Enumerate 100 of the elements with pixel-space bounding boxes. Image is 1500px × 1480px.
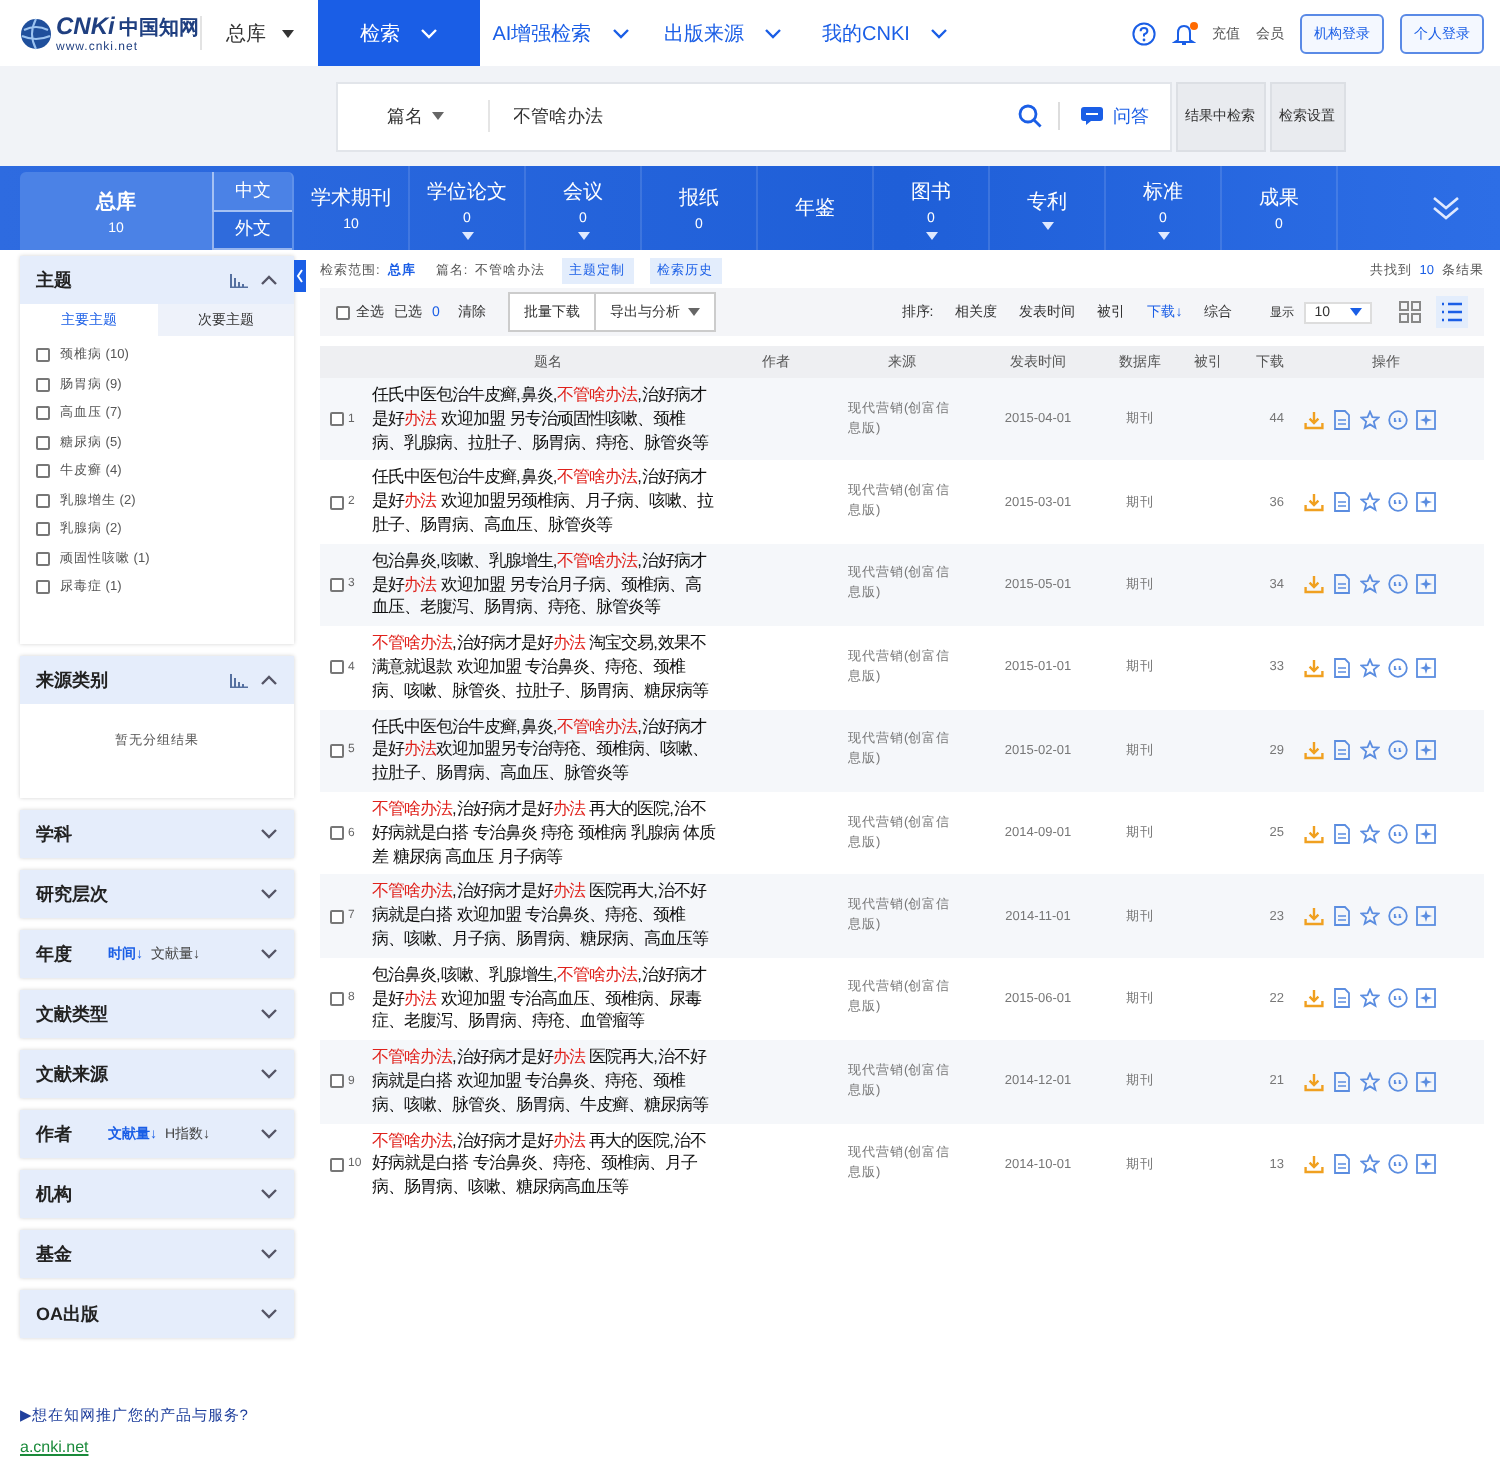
star-icon[interactable] <box>1360 492 1380 513</box>
download-icon[interactable] <box>1304 574 1324 595</box>
language-tab[interactable]: 外文 <box>212 211 292 250</box>
nav-tab[interactable]: AI增强检索 <box>480 0 642 66</box>
document-icon[interactable] <box>1332 906 1352 927</box>
title-link[interactable]: 任氏中医包治牛皮癣,鼻炎,不管啥办法,治好病才是好办法 欢迎加盟 另专治顽固性咳嗽、颈椎病、乳腺病、拉肚子、肠胃病、痔疮、脉管炎等 <box>372 384 724 455</box>
quote-icon[interactable] <box>1388 906 1408 927</box>
sparkle-icon[interactable] <box>1416 906 1436 927</box>
quote-icon[interactable] <box>1388 492 1408 513</box>
star-icon[interactable] <box>1360 657 1380 678</box>
quote-icon[interactable] <box>1388 988 1408 1009</box>
star-icon[interactable] <box>1360 574 1380 595</box>
quote-icon[interactable] <box>1388 574 1408 595</box>
grid-view-button[interactable] <box>1394 296 1426 328</box>
title-link[interactable]: 不管啥办法,治好病才是好办法 医院再大,治不好病就是白搭 欢迎加盟 专治鼻炎、痔疮、颈椎病、咳嗽、月子病、肠胃病、糖尿病、高血压等 <box>372 880 724 952</box>
quote-icon[interactable] <box>1388 1154 1408 1175</box>
checkbox[interactable] <box>36 348 50 362</box>
title-link[interactable]: 任氏中医包治牛皮癣,鼻炎,不管啥办法,治好病才是好办法 欢迎加盟另颈椎病、月子病、咳嗽、拉肚子、肠胃病、高血压、脉管炎等 <box>372 466 724 538</box>
checkbox[interactable] <box>36 522 50 536</box>
title-link[interactable]: 任氏中医包治牛皮癣,鼻炎,不管啥办法,治好病才是好办法欢迎加盟另专治痔疮、颈椎病、咳嗽、拉肚子、肠胃病、高血压、脉管炎等 <box>372 715 724 786</box>
checkbox[interactable] <box>330 495 344 510</box>
expand-icon[interactable] <box>1432 196 1460 220</box>
checkbox[interactable] <box>36 464 50 478</box>
sparkle-icon[interactable] <box>1416 823 1436 844</box>
filter-header[interactable]: OA出版 <box>20 1290 294 1338</box>
star-icon[interactable] <box>1360 1071 1380 1092</box>
title-link[interactable]: 不管啥办法,治好病才是好办法 再大的医院,治不好病就是白搭 专治鼻炎、痔疮、颈椎病、月子病、肠胃病、咳嗽、糖尿病高血压等 <box>372 1129 724 1200</box>
search-icon[interactable] <box>1017 104 1041 128</box>
search-field[interactable]: 不管啥办法 <box>489 104 1001 128</box>
document-icon[interactable] <box>1332 1071 1352 1092</box>
checkbox[interactable] <box>330 412 344 427</box>
filter-header[interactable]: 文献类型 <box>20 990 294 1038</box>
star-icon[interactable] <box>1360 906 1380 927</box>
star-icon[interactable] <box>1360 823 1380 844</box>
collapse-icon[interactable] <box>294 260 306 292</box>
filter-header[interactable]: 学科 <box>20 810 294 858</box>
checkbox[interactable] <box>36 406 50 420</box>
site-link[interactable]: a.cnki.net <box>20 1438 294 1456</box>
checkbox[interactable] <box>330 743 344 758</box>
checkbox[interactable] <box>330 577 344 592</box>
download-icon[interactable] <box>1304 906 1324 927</box>
download-icon[interactable] <box>1304 657 1324 678</box>
quote-icon[interactable] <box>1388 409 1408 430</box>
checkbox[interactable] <box>36 435 50 449</box>
sparkle-icon[interactable] <box>1416 657 1436 678</box>
document-icon[interactable] <box>1332 574 1352 595</box>
quote-icon[interactable] <box>1388 823 1408 844</box>
checkbox[interactable] <box>330 1074 344 1089</box>
filter-header[interactable]: 来源类别 <box>20 656 294 704</box>
checkbox[interactable] <box>330 991 344 1006</box>
sparkle-icon[interactable] <box>1416 1154 1436 1175</box>
download-icon[interactable] <box>1304 823 1324 844</box>
star-icon[interactable] <box>1360 740 1380 761</box>
checkbox[interactable] <box>36 493 50 507</box>
checkbox[interactable] <box>330 909 344 924</box>
checkbox[interactable] <box>330 1157 344 1172</box>
star-icon[interactable] <box>1360 409 1380 430</box>
help-icon[interactable] <box>1132 21 1156 45</box>
title-link[interactable]: 不管啥办法,治好病才是好办法 淘宝交易,效果不满意就退款 欢迎加盟 专治鼻炎、痔疮、颈椎病、咳嗽、脉管炎、拉肚子、肠胃病、糖尿病等 <box>372 632 724 704</box>
filter-header[interactable]: 主题 <box>20 256 294 304</box>
bar-chart-icon[interactable] <box>230 673 248 687</box>
star-icon[interactable] <box>1360 1154 1380 1175</box>
sparkle-icon[interactable] <box>1416 574 1436 595</box>
star-icon[interactable] <box>1360 988 1380 1009</box>
bell-icon[interactable] <box>1172 21 1196 45</box>
document-icon[interactable] <box>1332 740 1352 761</box>
qa-button[interactable]: 问答 <box>1057 102 1169 130</box>
document-icon[interactable] <box>1332 409 1352 430</box>
sparkle-icon[interactable] <box>1416 740 1436 761</box>
sparkle-icon[interactable] <box>1416 492 1436 513</box>
download-icon[interactable] <box>1304 740 1324 761</box>
download-icon[interactable] <box>1304 988 1324 1009</box>
download-icon[interactable] <box>1304 1071 1324 1092</box>
filter-header[interactable]: 机构 <box>20 1170 294 1218</box>
quote-icon[interactable] <box>1388 740 1408 761</box>
checkbox[interactable] <box>336 305 350 319</box>
checkbox[interactable] <box>330 826 344 841</box>
title-link[interactable]: 不管啥办法,治好病才是好办法 再大的医院,治不好病就是白搭 专治鼻炎 痔疮 颈椎病 乳腺病 体质差 糖尿病 高血压 月子病等 <box>372 797 724 869</box>
download-icon[interactable] <box>1304 1154 1324 1175</box>
checkbox[interactable] <box>36 551 50 565</box>
nav-tab[interactable]: 我的CNKI <box>804 0 966 66</box>
checkbox[interactable] <box>36 377 50 391</box>
logo-wordmark[interactable]: CNKi <box>56 12 115 40</box>
category-tab[interactable]: 年鉴 <box>758 166 874 250</box>
title-link[interactable]: 包治鼻炎,咳嗽、乳腺增生,不管啥办法,治好病才是好办法 欢迎加盟 专治高血压、颈椎病、尿毒症、老腹泻、肠胃病、痔疮、血管瘤等 <box>372 963 724 1035</box>
field-dropdown[interactable]: 篇名 <box>337 100 489 132</box>
checkbox[interactable] <box>330 660 344 675</box>
nav-tab[interactable]: 出版来源 <box>642 0 804 66</box>
download-icon[interactable] <box>1304 409 1324 430</box>
title-link[interactable]: 不管啥办法,治好病才是好办法 医院再大,治不好病就是白搭 欢迎加盟 专治鼻炎、痔疮、颈椎病、咳嗽、脉管炎、肠胃病、牛皮癣、糖尿病等 <box>372 1046 724 1118</box>
logo-name[interactable]: 中国知网 <box>118 14 199 42</box>
sparkle-icon[interactable] <box>1416 409 1436 430</box>
document-icon[interactable] <box>1332 823 1352 844</box>
document-icon[interactable] <box>1332 1154 1352 1175</box>
quote-icon[interactable] <box>1388 1071 1408 1092</box>
download-icon[interactable] <box>1304 492 1324 513</box>
quote-icon[interactable] <box>1388 657 1408 678</box>
nav-tab[interactable]: 检索 <box>318 0 480 66</box>
list-view-button[interactable] <box>1436 296 1468 328</box>
document-icon[interactable] <box>1332 492 1352 513</box>
